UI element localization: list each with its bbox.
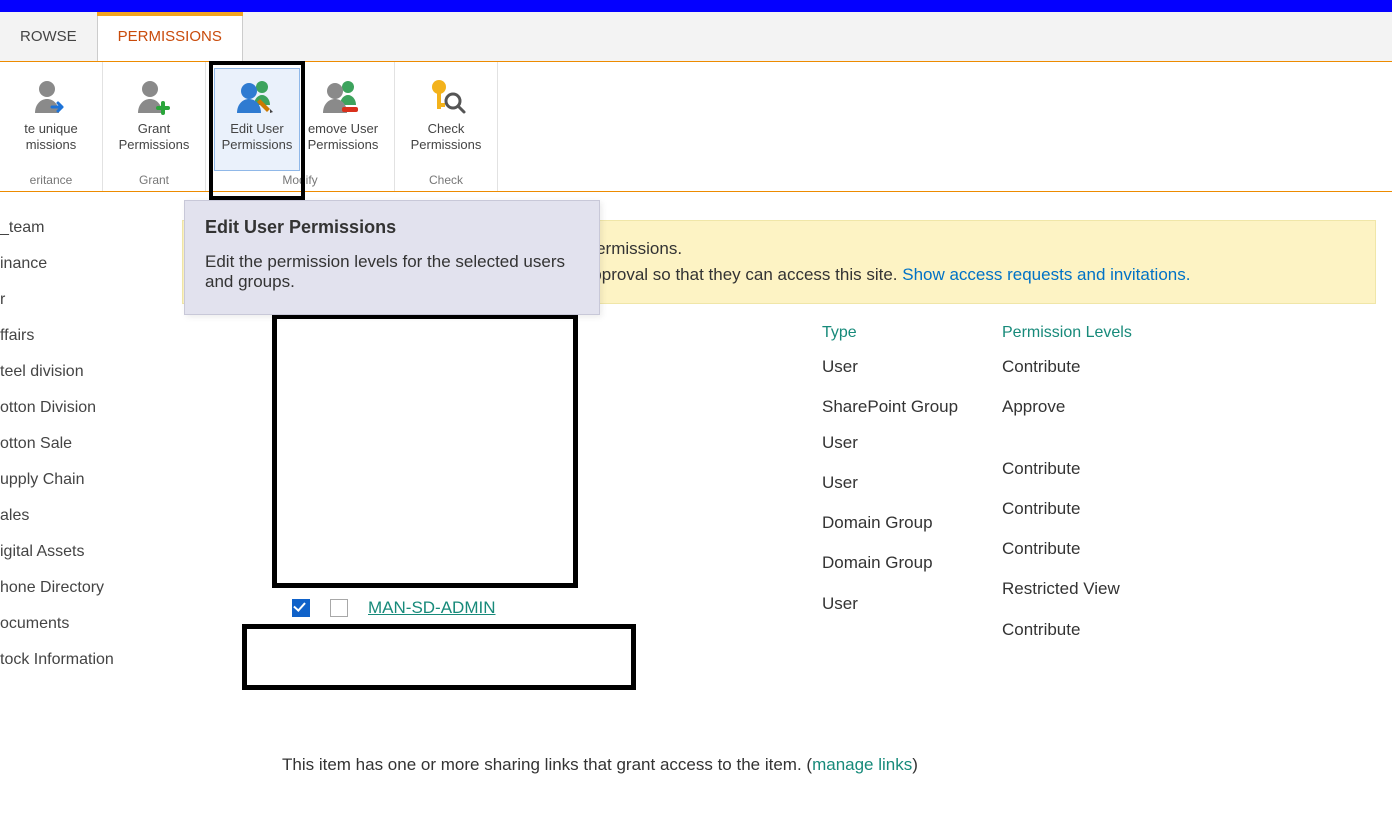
check-permissions-button[interactable]: Check Permissions: [403, 68, 489, 171]
user-arrow-icon: [30, 73, 72, 117]
label-line1: te unique: [24, 121, 78, 137]
name-column-area: MAN-SD-ADMIN: [182, 324, 822, 659]
label-line2: missions: [26, 137, 77, 153]
group-label-grant: Grant: [139, 171, 169, 187]
perm-cell: Contribute: [1002, 498, 1132, 520]
ribbon-body: te unique missions eritance Grant Permis…: [0, 62, 1392, 192]
grant-permissions-button[interactable]: Grant Permissions: [111, 68, 197, 171]
delete-unique-permissions-button[interactable]: te unique missions: [8, 68, 94, 171]
type-column: Type User SharePoint Group User User Dom…: [822, 324, 1002, 659]
ribbon-group-grant: Grant Permissions Grant: [103, 62, 206, 191]
tab-browse[interactable]: ROWSE: [0, 12, 97, 61]
perm-cell: Contribute: [1002, 356, 1132, 378]
permission-levels-column: Permission Levels Contribute Approve Con…: [1002, 324, 1162, 659]
type-cell: User: [822, 356, 972, 378]
group-label-modify: Modify: [282, 171, 317, 187]
notice-line2: ur approval so that they can access this…: [563, 265, 902, 284]
label-line1: Grant: [138, 121, 171, 137]
sidebar-item[interactable]: otton Division: [0, 390, 172, 426]
perm-cell: Contribute: [1002, 619, 1132, 641]
type-cell: User: [822, 432, 972, 454]
sidebar-item[interactable]: ales: [0, 498, 172, 534]
sharing-links-note: This item has one or more sharing links …: [282, 755, 1376, 775]
label-line2: Permissions: [222, 137, 293, 153]
user-group-link[interactable]: MAN-SD-ADMIN: [368, 598, 496, 618]
sidebar-item[interactable]: _team: [0, 210, 172, 246]
perm-cell: Restricted View: [1002, 578, 1132, 600]
table-row: MAN-SD-ADMIN: [292, 598, 496, 618]
type-cell: Domain Group: [822, 512, 972, 534]
perm-cell: Approve: [1002, 396, 1132, 418]
tooltip-body: Edit the permission levels for the selec…: [205, 252, 579, 292]
user-plus-icon: [133, 73, 175, 117]
group-label-inheritance: eritance: [30, 171, 73, 187]
sidebar-item[interactable]: upply Chain: [0, 462, 172, 498]
manage-links-link[interactable]: manage links: [812, 755, 912, 774]
ribbon-group-inheritance: te unique missions eritance: [0, 62, 103, 191]
users-minus-icon: [320, 73, 366, 117]
type-cell: Domain Group: [822, 552, 972, 574]
remove-user-permissions-button[interactable]: emove User Permissions: [300, 68, 386, 171]
row-secondary-checkbox[interactable]: [330, 599, 348, 617]
label-line2: Permissions: [119, 137, 190, 153]
sharing-text-pre: This item has one or more sharing links …: [282, 755, 812, 774]
permissions-table: MAN-SD-ADMIN Type User SharePoint Group …: [182, 324, 1376, 659]
notice-line1: ue permissions.: [563, 239, 1351, 259]
perm-cell: Contribute: [1002, 458, 1132, 480]
sidebar-item[interactable]: tock Information: [0, 642, 172, 678]
redaction-block-upper: [272, 314, 578, 588]
tooltip-edit-user-permissions: Edit User Permissions Edit the permissio…: [184, 200, 600, 315]
label-line2: Permissions: [308, 137, 379, 153]
sidebar-item[interactable]: teel division: [0, 354, 172, 390]
ribbon-group-modify: Edit User Permissions emove User Permiss…: [206, 62, 395, 191]
ribbon-tab-strip: ROWSE PERMISSIONS: [0, 12, 1392, 62]
label-line1: Check: [428, 121, 465, 137]
sidebar-item[interactable]: inance: [0, 246, 172, 282]
edit-user-permissions-button[interactable]: Edit User Permissions: [214, 68, 300, 171]
key-magnifier-icon: [425, 73, 467, 117]
sidebar-item[interactable]: ocuments: [0, 606, 172, 642]
label-line1: Edit User: [230, 121, 283, 137]
label-line2: Permissions: [411, 137, 482, 153]
sidebar-item[interactable]: otton Sale: [0, 426, 172, 462]
sidebar-item[interactable]: igital Assets: [0, 534, 172, 570]
sidebar-item[interactable]: r: [0, 282, 172, 318]
tooltip-title: Edit User Permissions: [205, 217, 579, 238]
sidebar-item[interactable]: hone Directory: [0, 570, 172, 606]
show-access-requests-link[interactable]: Show access requests and invitations.: [902, 265, 1190, 284]
tab-permissions[interactable]: PERMISSIONS: [97, 12, 243, 61]
row-checkbox[interactable]: [292, 599, 310, 617]
permission-header[interactable]: Permission Levels: [1002, 324, 1132, 342]
top-blue-bar: [0, 0, 1392, 12]
users-pencil-icon: [234, 73, 280, 117]
type-header[interactable]: Type: [822, 324, 972, 342]
left-sidebar: _team inance r ffairs teel division otto…: [0, 192, 182, 775]
sidebar-item[interactable]: ffairs: [0, 318, 172, 354]
type-cell: User: [822, 472, 972, 494]
type-cell: SharePoint Group: [822, 396, 972, 418]
perm-cell: Contribute: [1002, 538, 1132, 560]
group-label-check: Check: [429, 171, 463, 187]
ribbon-group-check: Check Permissions Check: [395, 62, 498, 191]
redaction-block-lower: [242, 624, 636, 690]
sharing-text-post: ): [912, 755, 918, 774]
type-cell: User: [822, 593, 972, 615]
label-line1: emove User: [308, 121, 378, 137]
